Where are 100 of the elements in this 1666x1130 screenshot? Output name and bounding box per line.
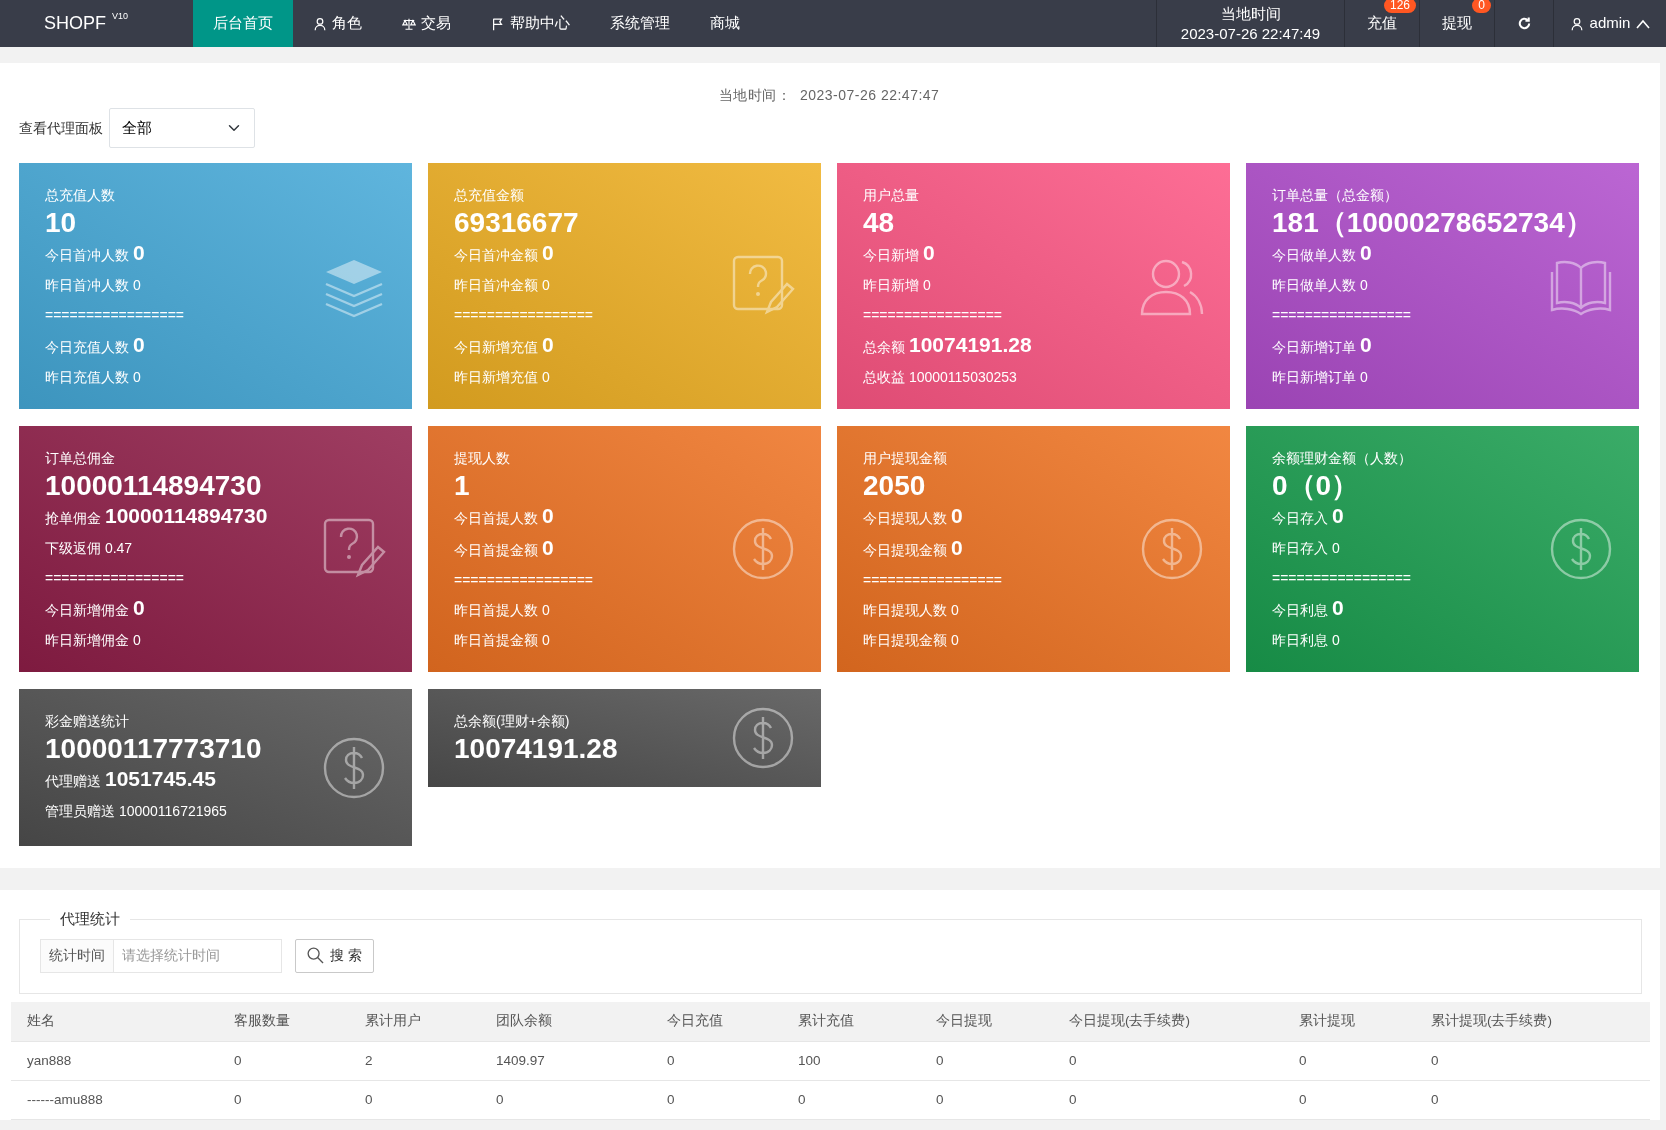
card-title: 总充值人数 bbox=[45, 186, 116, 205]
stat-line: 管理员赠送 10000116721965 bbox=[45, 802, 228, 821]
column-header: 姓名 bbox=[27, 1013, 55, 1029]
nav-tab[interactable]: 角色 bbox=[293, 0, 382, 47]
stat-line: 今日首提金额 0 bbox=[454, 535, 555, 561]
divider-text: ================= bbox=[45, 569, 185, 588]
card-value: 181（10000278652734） bbox=[1272, 208, 1593, 238]
stat-line: 昨日提现人数 0 bbox=[863, 601, 960, 620]
stat-line: 昨日首冲金额 0 bbox=[454, 276, 551, 295]
field-label: 统计时间 bbox=[40, 938, 114, 973]
card-value: 0（0） bbox=[1272, 471, 1360, 501]
nav-tab[interactable]: 帮助中心 bbox=[471, 0, 590, 47]
nav-link[interactable]: 提现 0 bbox=[1419, 0, 1494, 47]
stat-line: 昨日首提金额 0 bbox=[454, 631, 551, 650]
card-title: 提现人数 bbox=[454, 449, 511, 468]
table-cell: 100 bbox=[798, 1052, 821, 1068]
column-header: 今日充值 bbox=[667, 1013, 723, 1029]
stat-line: 昨日存入 0 bbox=[1272, 539, 1341, 558]
table-cell: 1409.97 bbox=[496, 1052, 545, 1068]
section-legend: 代理统计 bbox=[50, 908, 130, 931]
stat-line: 昨日提现金额 0 bbox=[863, 631, 960, 650]
refresh-icon bbox=[1516, 16, 1532, 31]
card-title: 订单总佣金 bbox=[45, 449, 116, 468]
nav-tab[interactable]: 商城 bbox=[690, 0, 760, 47]
card-title: 用户提现金额 bbox=[863, 449, 948, 468]
card-title: 余额理财金额（人数） bbox=[1272, 449, 1413, 468]
card-value: 2050 bbox=[863, 471, 926, 501]
divider-text: ================= bbox=[863, 571, 1003, 590]
stat-line: 昨日新增充值 0 bbox=[454, 368, 551, 387]
nav-tab[interactable]: 系统管理 bbox=[590, 0, 690, 47]
nav-tab[interactable]: 交易 bbox=[382, 0, 471, 47]
card-title: 彩金赠送统计 bbox=[45, 712, 130, 731]
card-title: 总余额(理财+余额) bbox=[454, 712, 571, 731]
stat-line: 抢单佣金 10000114894730 bbox=[45, 503, 269, 529]
filter-label: 查看代理面板 bbox=[19, 118, 103, 138]
table-cell: 0 bbox=[234, 1052, 242, 1068]
table-cell: 0 bbox=[936, 1052, 944, 1068]
stat-line: 总余额 10074191.28 bbox=[863, 332, 1033, 358]
stat-line: 今日存入 0 bbox=[1272, 503, 1345, 529]
column-header: 累计充值 bbox=[798, 1013, 854, 1029]
dollar-icon bbox=[322, 735, 386, 800]
clock-label: 当地时间 bbox=[1220, 4, 1281, 24]
column-header: 累计提现(去手续费) bbox=[1431, 1013, 1552, 1029]
card-value: 10074191.28 bbox=[454, 734, 618, 764]
table-cell: 0 bbox=[667, 1091, 675, 1107]
count-badge: 126 bbox=[1383, 0, 1416, 13]
card-value: 48 bbox=[863, 208, 895, 238]
column-header: 累计用户 bbox=[365, 1013, 421, 1029]
card-value: 10000117773710 bbox=[45, 734, 262, 764]
user-menu[interactable]: admin bbox=[1553, 0, 1666, 47]
dollar-icon bbox=[1549, 517, 1613, 581]
date-field[interactable]: 请选择统计时间 bbox=[114, 938, 282, 973]
card-value: 10 bbox=[45, 208, 77, 238]
stat-line: 昨日利息 0 bbox=[1272, 631, 1341, 650]
nav-tab[interactable]: 后台首页 bbox=[193, 0, 293, 47]
stat-line: 昨日充值人数 0 bbox=[45, 368, 142, 387]
table-cell: 0 bbox=[365, 1091, 373, 1107]
table-cell: 0 bbox=[1299, 1091, 1307, 1107]
card-value: 69316677 bbox=[454, 208, 579, 238]
divider-text: ================= bbox=[454, 306, 594, 325]
table-cell: yan888 bbox=[27, 1052, 72, 1068]
stat-line: 今日新增充值 0 bbox=[454, 332, 555, 358]
table-cell: 0 bbox=[496, 1091, 504, 1107]
column-header: 团队余额 bbox=[496, 1013, 552, 1029]
card-title: 总充值金额 bbox=[454, 186, 525, 205]
divider-text: ================= bbox=[863, 306, 1003, 325]
person-icon bbox=[313, 16, 327, 31]
divider-text: ================= bbox=[1272, 569, 1412, 588]
clock-time: 2023-07-26 22:47:49 bbox=[1180, 23, 1321, 43]
table-cell: 2 bbox=[365, 1052, 373, 1068]
person-icon bbox=[1569, 16, 1584, 31]
column-header: 今日提现(去手续费) bbox=[1069, 1013, 1190, 1029]
table-cell: 0 bbox=[667, 1052, 675, 1068]
stat-line: 昨日首冲人数 0 bbox=[45, 276, 142, 295]
agent-select[interactable]: 全部 bbox=[109, 108, 255, 148]
search-button[interactable]: 搜 索 bbox=[295, 938, 374, 973]
caret-icon bbox=[1636, 18, 1651, 29]
dollar-icon bbox=[731, 706, 795, 770]
stat-line: 昨日新增 0 bbox=[863, 276, 932, 295]
stat-line: 代理赠送 1051745.45 bbox=[45, 766, 217, 792]
local-time: 当地时间： 2023-07-26 22:47:47 bbox=[718, 87, 940, 103]
column-header: 今日提现 bbox=[936, 1013, 992, 1029]
stat-line: 今日新增佣金 0 bbox=[45, 595, 146, 621]
column-header: 客服数量 bbox=[234, 1013, 290, 1029]
table-cell: 0 bbox=[1069, 1052, 1077, 1068]
stat-line: 今日新增订单 0 bbox=[1272, 332, 1373, 358]
search-icon bbox=[307, 947, 324, 964]
card-value: 1 bbox=[454, 471, 470, 501]
logo: SHOPF $^{V10}$ bbox=[43, 10, 130, 35]
stat-line: 今日首冲人数 0 bbox=[45, 240, 146, 266]
stat-line: 总收益 10000115030253 bbox=[863, 368, 1018, 387]
stat-line: 今日充值人数 0 bbox=[45, 332, 146, 358]
stat-line: 今日利息 0 bbox=[1272, 595, 1345, 621]
stat-line: 今日做单人数 0 bbox=[1272, 240, 1373, 266]
divider-text: ================= bbox=[45, 306, 185, 325]
stat-line: 今日提现人数 0 bbox=[863, 503, 964, 529]
nav-link[interactable]: 充值 126 bbox=[1344, 0, 1419, 47]
table-cell: 0 bbox=[1299, 1052, 1307, 1068]
table-cell: 0 bbox=[1431, 1091, 1439, 1107]
stat-line: 昨日新增佣金 0 bbox=[45, 631, 142, 650]
